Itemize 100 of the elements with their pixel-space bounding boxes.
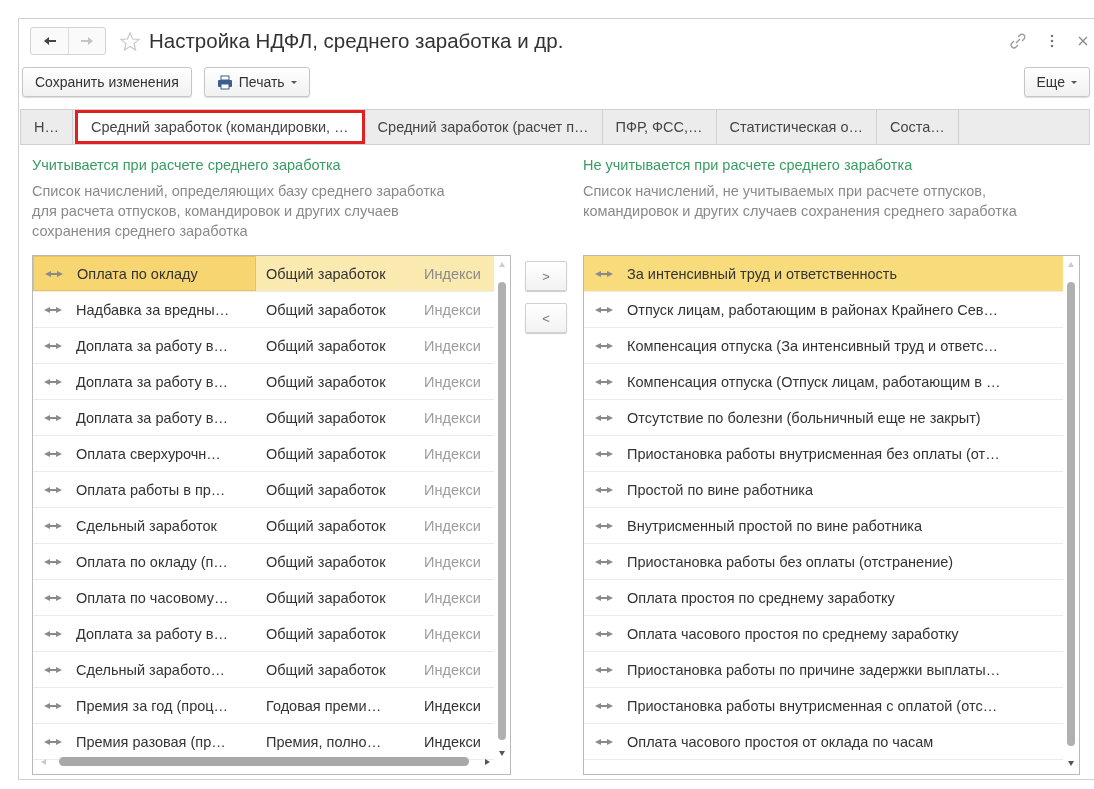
table-cell-text: Премия, полно… [265, 733, 383, 750]
list-row[interactable]: Приостановка работы внутрисменная без оплаты (от… [584, 436, 1063, 472]
list-row[interactable]: Компенсация отпуска (За интенсивный труд и ответс… [584, 328, 1063, 364]
tab[interactable]: Статистическая о… [716, 110, 877, 144]
table-cell-text: Общий заработок [265, 445, 387, 462]
section-heading: Не учитывается при расчете среднего заработка [583, 157, 914, 173]
list-row[interactable]: Оплата работы в пр… Общий заработок Индекси [33, 472, 494, 508]
tab[interactable]: Средний заработок (командировки, … [75, 110, 365, 144]
table-cell-text: Индекси [424, 697, 482, 714]
table-cell-text: Индекси [424, 301, 482, 318]
printer-icon [216, 74, 233, 90]
table-cell: Внутрисменный простой по вине работника [627, 517, 922, 534]
list-row[interactable]: Оплата простоя по среднему заработку [584, 580, 1063, 616]
table-cell-text: Индекси [424, 625, 482, 642]
move-right-button[interactable]: > [525, 261, 567, 291]
tab[interactable]: Н… [21, 110, 73, 144]
table-cell-text: Индекси [424, 517, 482, 534]
table-cell-text: Общий заработок [265, 265, 387, 282]
table-cell-text: Годовая преми… [265, 697, 383, 714]
tab[interactable]: ПФР, ФСС,… [602, 110, 717, 144]
table-cell: За интенсивный труд и ответственность [627, 265, 898, 282]
window-title: Настройка НДФЛ, среднего заработка и др. [149, 29, 564, 53]
list-row[interactable]: Приостановка работы по причине задержки выплаты… [584, 652, 1063, 688]
section-description: Список начислений, определяющих базу среднего заработка для расчета отпусков, командировок и других случаев сохранения среднего заработка [32, 182, 446, 241]
table-cell-text: Общий заработок [265, 481, 387, 498]
table-cell-text: Индекси [424, 589, 482, 606]
save-button[interactable]: Сохранить изменения [22, 67, 192, 97]
scrollbar-thumb[interactable] [59, 757, 469, 766]
list-row[interactable]: Доплата за работу в… Общий заработок Индекси [33, 616, 494, 652]
list-row[interactable]: Оплата по окладу Общий заработок Индекси [33, 256, 494, 292]
scroll-down-icon [1068, 761, 1074, 766]
list-row[interactable]: Премия за год (проц… Годовая преми… Индекси [33, 688, 494, 724]
table-cell-text: Общий заработок [265, 337, 387, 354]
table-cell: Премия разовая (пр… [76, 733, 226, 750]
table-cell-text: Индекси [424, 409, 482, 426]
table-cell: Надбавка за вредны… [76, 301, 230, 318]
table-cell-text: Общий заработок [265, 373, 387, 390]
table-cell: Компенсация отпуска (За интенсивный труд и ответс… [627, 337, 998, 354]
table-cell: Оплата часового простоя от оклада по часам [627, 733, 934, 750]
table-cell: Сдельный заработо… [76, 661, 226, 678]
more-button[interactable]: Еще [1023, 67, 1090, 97]
table-cell-text: Индекси [424, 445, 482, 462]
table-cell-text: Общий заработок [265, 589, 387, 606]
table-cell-text: Индекси [424, 337, 482, 354]
scrollbar-thumb[interactable] [498, 282, 506, 740]
section-description: Список начислений, не учитываемых при расчете отпусков, командировок и других случаев сохранения среднего заработка [583, 182, 1018, 221]
table-cell: Доплата за работу в… [76, 409, 228, 426]
table-cell: Приостановка работы внутрисменная без оплаты (от… [627, 445, 1000, 462]
table-cell: Простой по вине работника [627, 481, 813, 498]
list-row[interactable]: Оплата по часовому… Общий заработок Индекси [33, 580, 494, 616]
table-cell: Оплата по часовому… [76, 589, 229, 606]
print-button[interactable]: Печать [203, 67, 310, 97]
table-cell-text: Общий заработок [265, 625, 387, 642]
scroll-up-icon [499, 262, 505, 267]
list-row[interactable]: Доплата за работу в… Общий заработок Индекси [33, 364, 494, 400]
list-row[interactable]: Оплата часового простоя от оклада по часам [584, 724, 1063, 760]
table-cell: Оплата часового простоя по среднему заработку [627, 625, 959, 642]
link-icon [1010, 33, 1026, 49]
list-row[interactable]: За интенсивный труд и ответственность [584, 256, 1063, 292]
caret-icon [290, 80, 297, 84]
table-cell-text: Индекси [424, 733, 482, 750]
scroll-left-icon [41, 759, 46, 765]
list-row[interactable]: Доплата за работу в… Общий заработок Индекси [33, 328, 494, 364]
table-cell-text: Индекси [424, 661, 482, 678]
table-cell-text: Индекси [424, 373, 482, 390]
table-cell: Доплата за работу в… [76, 337, 228, 354]
list-row[interactable]: Приостановка работы внутрисменная с оплатой (отс… [584, 688, 1063, 724]
table-cell-text: Индекси [424, 265, 482, 282]
table-cell: Отсутствие по болезни (больничный еще не закрыт) [627, 409, 981, 426]
table-cell: Оплата работы в пр… [76, 481, 226, 498]
list-row[interactable]: Оплата по окладу (п… Общий заработок Индекси [33, 544, 494, 580]
list-row[interactable]: Оплата сверхурочн… Общий заработок Индекси [33, 436, 494, 472]
table-cell: Оплата по окладу [77, 265, 198, 282]
list-row[interactable]: Оплата часового простоя по среднему заработку [584, 616, 1063, 652]
tab[interactable]: Средний заработок (расчет п… [364, 110, 603, 144]
right-arrow-icon [80, 36, 94, 46]
tab[interactable]: Соста… [877, 110, 959, 144]
scroll-up-icon [1068, 262, 1074, 267]
list-row[interactable]: Отсутствие по болезни (больничный еще не закрыт) [584, 400, 1063, 436]
move-left-button[interactable]: < [525, 303, 567, 333]
list-row[interactable]: Внутрисменный простой по вине работника [584, 508, 1063, 544]
table-cell: Премия за год (проц… [76, 697, 229, 714]
more-icon [1050, 34, 1054, 48]
table-cell: Оплата простоя по среднему заработку [627, 589, 895, 606]
table-cell: Доплата за работу в… [76, 625, 228, 642]
list-row[interactable]: Доплата за работу в… Общий заработок Индекси [33, 400, 494, 436]
scroll-down-icon [499, 751, 505, 756]
scrollbar-thumb[interactable] [1067, 282, 1075, 746]
list-row[interactable]: Отпуск лицам, работающим в районах Крайнего Сев… [584, 292, 1063, 328]
table-cell-text: Общий заработок [265, 661, 387, 678]
list-row[interactable]: Компенсация отпуска (Отпуск лицам, работающим в … [584, 364, 1063, 400]
table-cell: Отпуск лицам, работающим в районах Крайнего Сев… [627, 301, 998, 318]
table-cell: Оплата по окладу (п… [76, 553, 228, 570]
list-row[interactable]: Сдельный заработо… Общий заработок Индекси [33, 652, 494, 688]
list-row[interactable]: Простой по вине работника [584, 472, 1063, 508]
list-row[interactable]: Надбавка за вредны… Общий заработок Индекси [33, 292, 494, 328]
close-icon [1078, 36, 1088, 46]
table-cell-text: Индекси [424, 481, 482, 498]
list-row[interactable]: Приостановка работы без оплаты (отстранение) [584, 544, 1063, 580]
list-row[interactable]: Сдельный заработок Общий заработок Индекси [33, 508, 494, 544]
